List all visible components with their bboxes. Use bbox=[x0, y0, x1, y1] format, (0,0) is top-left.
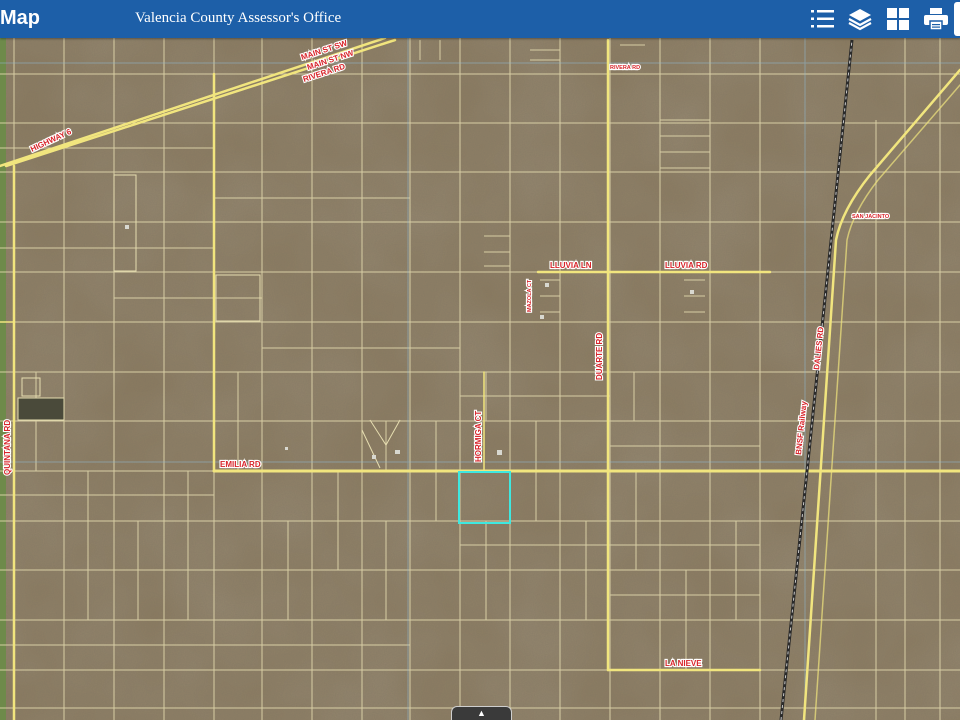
label-la-nieve: LA NIEVE bbox=[665, 659, 702, 668]
label-lluvia-rd: LLUVIA RD bbox=[665, 261, 708, 270]
app: Map Valencia County Assessor's Office MA… bbox=[0, 0, 960, 720]
legend-button[interactable] bbox=[807, 4, 839, 34]
label-emilia-rd: EMILIA RD bbox=[220, 460, 261, 469]
grid-icon bbox=[887, 8, 909, 30]
caret-up-icon: ▲ bbox=[477, 708, 486, 718]
label-quintana-rd: QUINTANA RD bbox=[3, 420, 12, 475]
header-bar: Map Valencia County Assessor's Office bbox=[0, 0, 960, 38]
label-san-jacinto: SAN JACINTO bbox=[852, 214, 890, 220]
map-view[interactable]: MAIN ST SW MAIN ST NW RIVERA RD RIVERA R… bbox=[0, 38, 960, 720]
label-hormiga-ct: HORMIGA CT bbox=[474, 411, 483, 462]
label-mazola-ct: MAZOLA CT bbox=[527, 279, 533, 312]
printer-icon bbox=[924, 8, 948, 31]
map-canvas: MAIN ST SW MAIN ST NW RIVERA RD RIVERA R… bbox=[0, 38, 960, 720]
app-title: Map bbox=[0, 7, 40, 29]
label-duarte-rd: DUARTE RD bbox=[595, 333, 604, 380]
expand-panel-button[interactable]: ▲ bbox=[451, 706, 512, 720]
label-rivera-rd-small: RIVERA RD bbox=[610, 65, 640, 71]
panel-toggle-edge[interactable] bbox=[954, 2, 960, 36]
subtitle: Valencia County Assessor's Office bbox=[135, 10, 342, 26]
list-icon bbox=[811, 10, 834, 28]
green-strip bbox=[0, 38, 6, 720]
layers-icon bbox=[848, 9, 872, 31]
label-lluvia-ln: LLUVIA LN bbox=[550, 261, 592, 270]
layers-button[interactable] bbox=[844, 4, 876, 34]
basemap-button[interactable] bbox=[882, 4, 914, 34]
print-button[interactable] bbox=[920, 4, 952, 34]
